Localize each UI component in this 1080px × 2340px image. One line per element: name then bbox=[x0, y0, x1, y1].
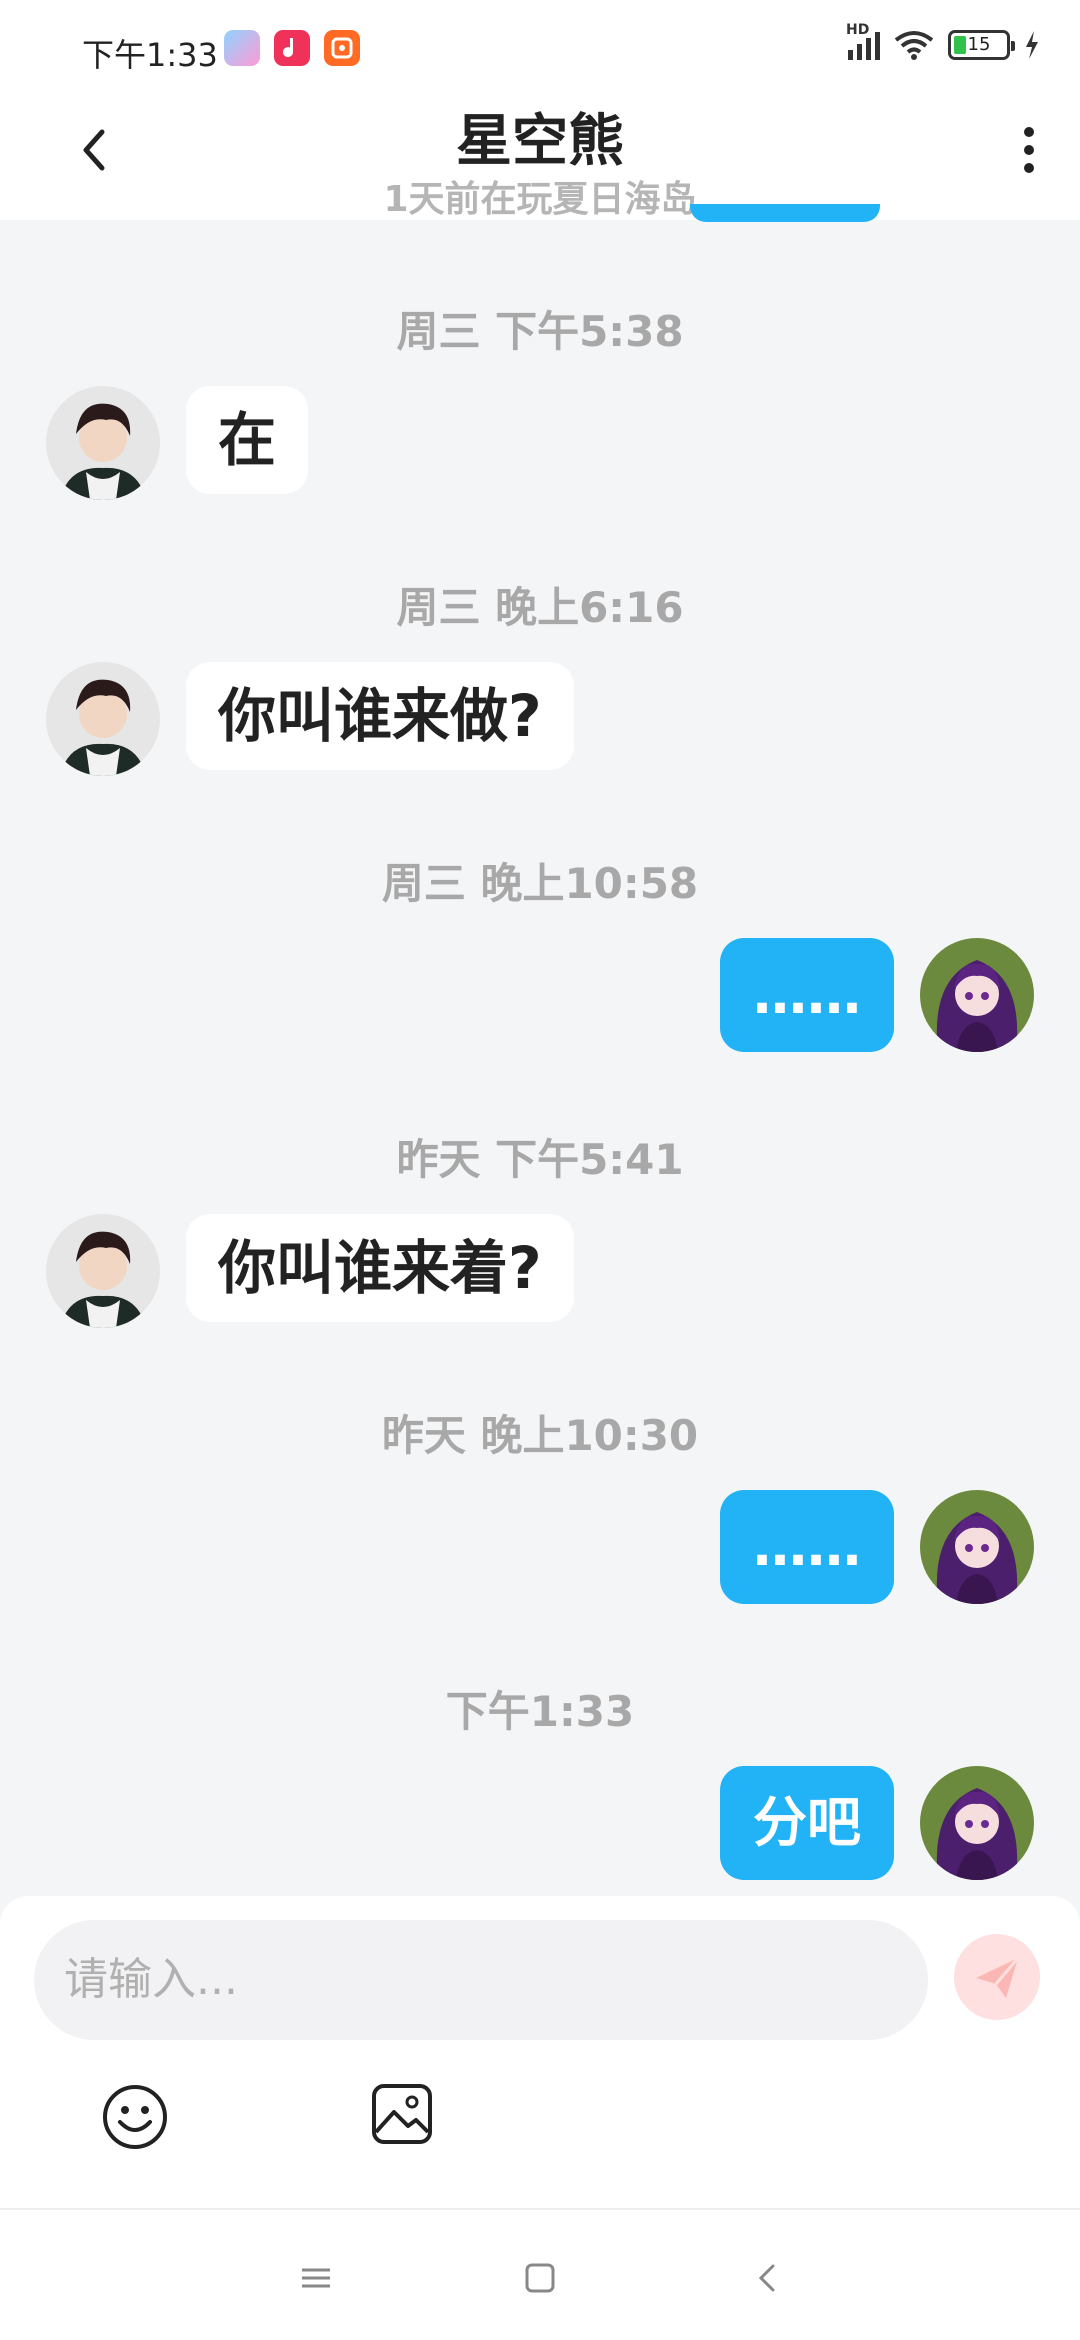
message-bubble-outgoing[interactable]: …… bbox=[720, 1490, 894, 1604]
contact-status: 1天前在玩夏日海岛 bbox=[383, 179, 697, 220]
message-bubble-outgoing[interactable]: …… bbox=[720, 938, 894, 1052]
message-timestamp: 周三 晚上10:58 bbox=[381, 859, 699, 908]
video-app-icon bbox=[324, 30, 360, 66]
image-icon bbox=[372, 2084, 432, 2144]
recents-button[interactable] bbox=[296, 2258, 336, 2298]
image-button[interactable] bbox=[370, 2082, 434, 2146]
my-avatar[interactable] bbox=[920, 938, 1034, 1052]
game-app-icon bbox=[224, 30, 260, 66]
send-icon bbox=[976, 1957, 1020, 1998]
contact-name: 星空熊 bbox=[456, 109, 624, 174]
contact-avatar[interactable] bbox=[46, 1214, 160, 1328]
message-timestamp: 周三 下午5:38 bbox=[396, 307, 684, 356]
battery-level: 15 bbox=[967, 34, 991, 55]
status-indicators: HD 15 bbox=[846, 22, 1040, 60]
message-timestamp: 昨天 下午5:41 bbox=[396, 1135, 684, 1184]
message-bubble-outgoing[interactable]: 分吧 bbox=[720, 1766, 894, 1880]
emoji-button[interactable] bbox=[100, 2082, 170, 2152]
message-timestamp: 周三 晚上6:16 bbox=[396, 583, 684, 632]
contact-avatar[interactable] bbox=[46, 662, 160, 776]
emoji-icon bbox=[103, 2085, 167, 2149]
hd-label: HD bbox=[846, 22, 870, 38]
message-input[interactable]: 请输入... bbox=[34, 1920, 928, 2040]
more-vertical-icon bbox=[1024, 127, 1034, 173]
my-avatar[interactable] bbox=[920, 1766, 1034, 1880]
system-nav-bar bbox=[0, 2208, 1080, 2340]
signal-icon: HD bbox=[846, 22, 880, 60]
message-timestamp: 昨天 晚上10:30 bbox=[381, 1411, 699, 1460]
more-options-button[interactable] bbox=[1014, 122, 1044, 178]
send-button[interactable] bbox=[954, 1934, 1040, 2020]
message-timestamp: 下午1:33 bbox=[445, 1687, 635, 1736]
my-avatar[interactable] bbox=[920, 1490, 1034, 1604]
status-bar: 下午1:33 HD 15 bbox=[0, 0, 1080, 96]
message-bubble-incoming[interactable]: 在 bbox=[186, 386, 309, 494]
charging-icon bbox=[1026, 31, 1038, 59]
wifi-icon bbox=[894, 31, 934, 60]
chat-header: 星空熊 1天前在玩夏日海岛 bbox=[0, 96, 1080, 220]
input-panel: 请输入... bbox=[0, 1896, 1080, 2208]
home-button[interactable] bbox=[520, 2258, 560, 2298]
message-bubble-incoming[interactable]: 你叫谁来做? bbox=[186, 662, 574, 770]
contact-avatar[interactable] bbox=[46, 386, 160, 500]
menu-icon bbox=[302, 2268, 330, 2288]
previous-message-bubble bbox=[690, 204, 880, 222]
music-app-icon bbox=[274, 30, 310, 66]
message-bubble-incoming[interactable]: 你叫谁来着? bbox=[186, 1214, 574, 1322]
chat-screen: 下午1:33 HD 15 星空熊 1天前在玩夏日海岛 周三 下午5:38 在 周… bbox=[0, 0, 1080, 2340]
chevron-left-icon bbox=[758, 2264, 775, 2292]
system-back-button[interactable] bbox=[748, 2258, 788, 2298]
battery-icon: 15 bbox=[948, 30, 1015, 60]
status-time: 下午1:33 bbox=[82, 36, 218, 74]
home-square-icon bbox=[525, 2263, 555, 2293]
